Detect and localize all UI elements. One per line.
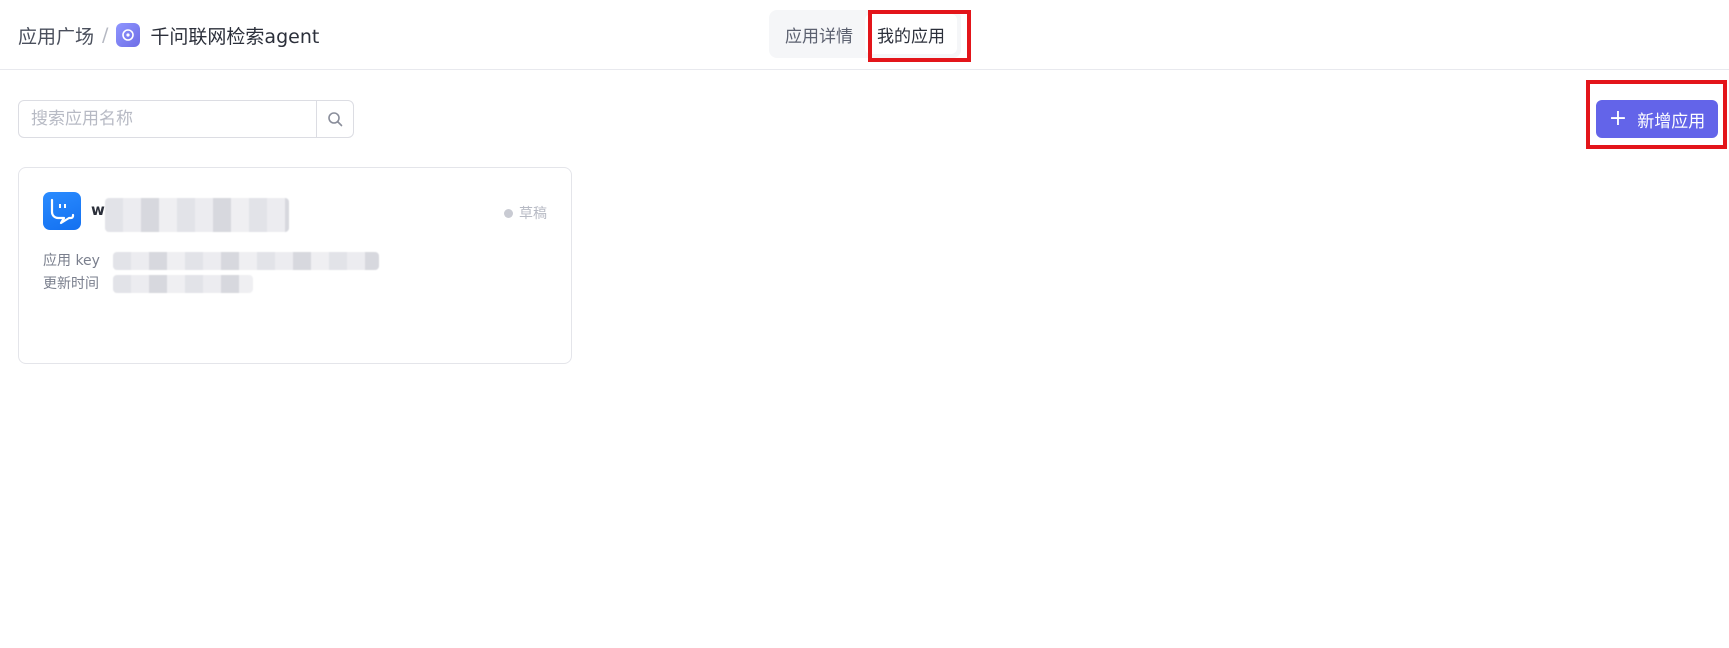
tab-my-apps[interactable]: 我的应用 [865,14,957,54]
new-app-button[interactable]: + 新增应用 [1596,100,1718,138]
search-icon [328,112,343,127]
app-name: w [91,201,105,219]
top-header: 应用广场 / 千问联网检索agent 应用详情 我的应用 [0,0,1729,70]
chat-sparkle-icon [116,23,141,47]
breadcrumb-separator: / [102,24,109,46]
redacted-app-name [105,198,289,232]
breadcrumb: 应用广场 / 千问联网检索agent [18,20,319,50]
tab-app-details[interactable]: 应用详情 [773,14,865,54]
updated-time-label: 更新时间 [43,276,99,292]
chat-bubble-icon [43,192,81,230]
breadcrumb-app-plaza[interactable]: 应用广场 [18,22,94,49]
status-dot [504,208,513,218]
app-card[interactable]: w 草稿 应用 key 更新时间 [18,167,572,364]
search-box [18,100,354,138]
status-label: 草稿 [519,206,547,222]
redacted-updated-time [113,275,253,293]
status-badge: 草稿 [504,203,547,223]
search-button[interactable] [316,101,353,137]
tab-label: 我的应用 [877,26,945,47]
breadcrumb-current-app: 千问联网检索agent [150,25,320,48]
app-key-label: 应用 key [43,253,100,269]
search-input[interactable] [19,101,316,137]
tab-bar: 应用详情 我的应用 [769,10,961,58]
plus-icon: + [1608,106,1628,131]
redacted-app-key [113,252,379,270]
tab-label: 应用详情 [785,26,853,47]
new-app-label: 新增应用 [1637,111,1706,132]
